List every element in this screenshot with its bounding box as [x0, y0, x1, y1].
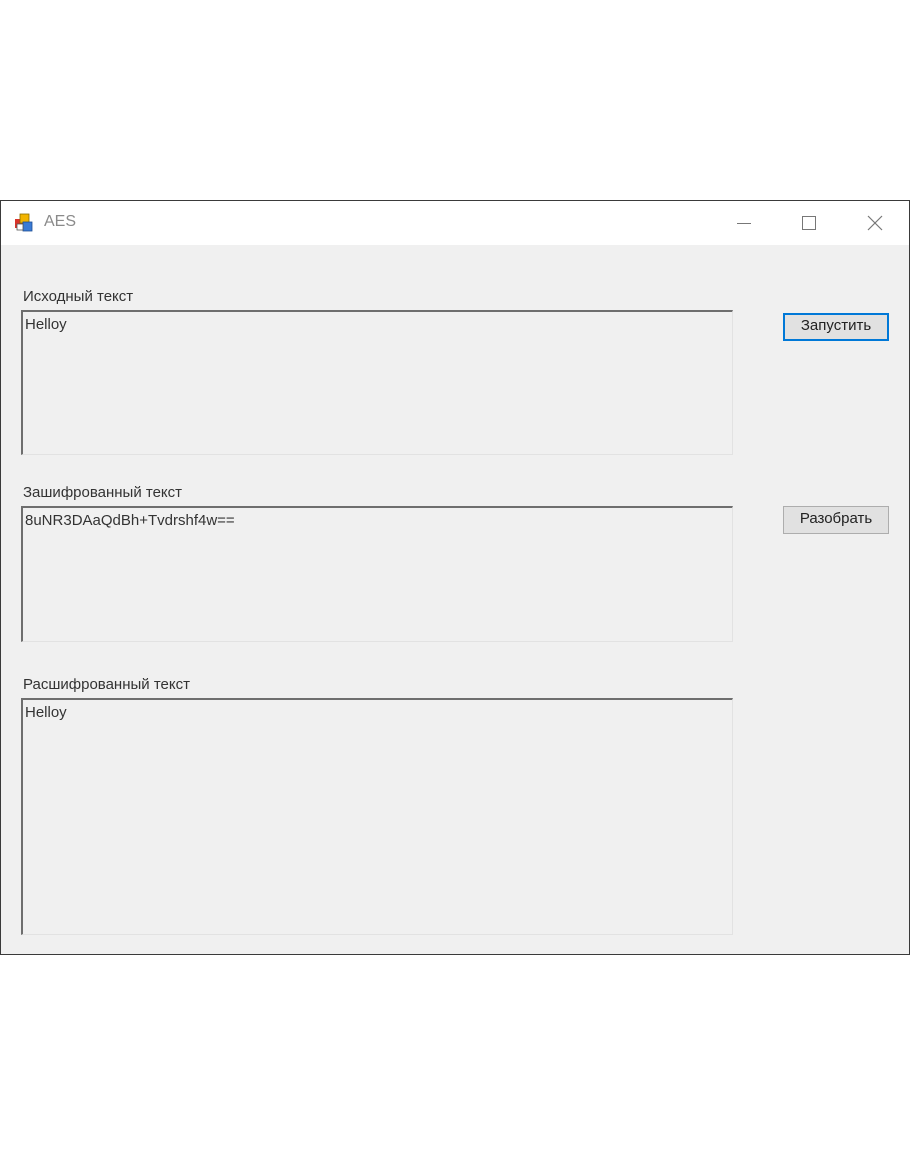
app-window: AES Исходный текст Helloy Зашифрованный …: [0, 200, 910, 955]
maximize-icon: [802, 216, 816, 230]
source-text-label: Исходный текст: [23, 288, 134, 305]
window-title: AES: [44, 213, 77, 230]
minimize-icon: [737, 223, 751, 224]
encrypted-text-label: Зашифрованный текст: [23, 484, 183, 501]
decrypted-text-input[interactable]: Helloy: [21, 698, 733, 935]
maximize-button[interactable]: [787, 201, 831, 245]
parse-button[interactable]: Разобрать: [783, 506, 889, 534]
title-bar[interactable]: AES: [1, 201, 909, 245]
decrypted-text-label: Расшифрованный текст: [23, 676, 190, 693]
close-button[interactable]: [853, 201, 897, 245]
run-button[interactable]: Запустить: [783, 313, 889, 341]
minimize-button[interactable]: [722, 201, 766, 245]
source-text-input[interactable]: Helloy: [21, 310, 733, 455]
close-icon: [867, 215, 883, 231]
app-icon: [14, 213, 34, 233]
encrypted-text-input[interactable]: 8uNR3DAaQdBh+Tvdrshf4w==: [21, 506, 733, 642]
